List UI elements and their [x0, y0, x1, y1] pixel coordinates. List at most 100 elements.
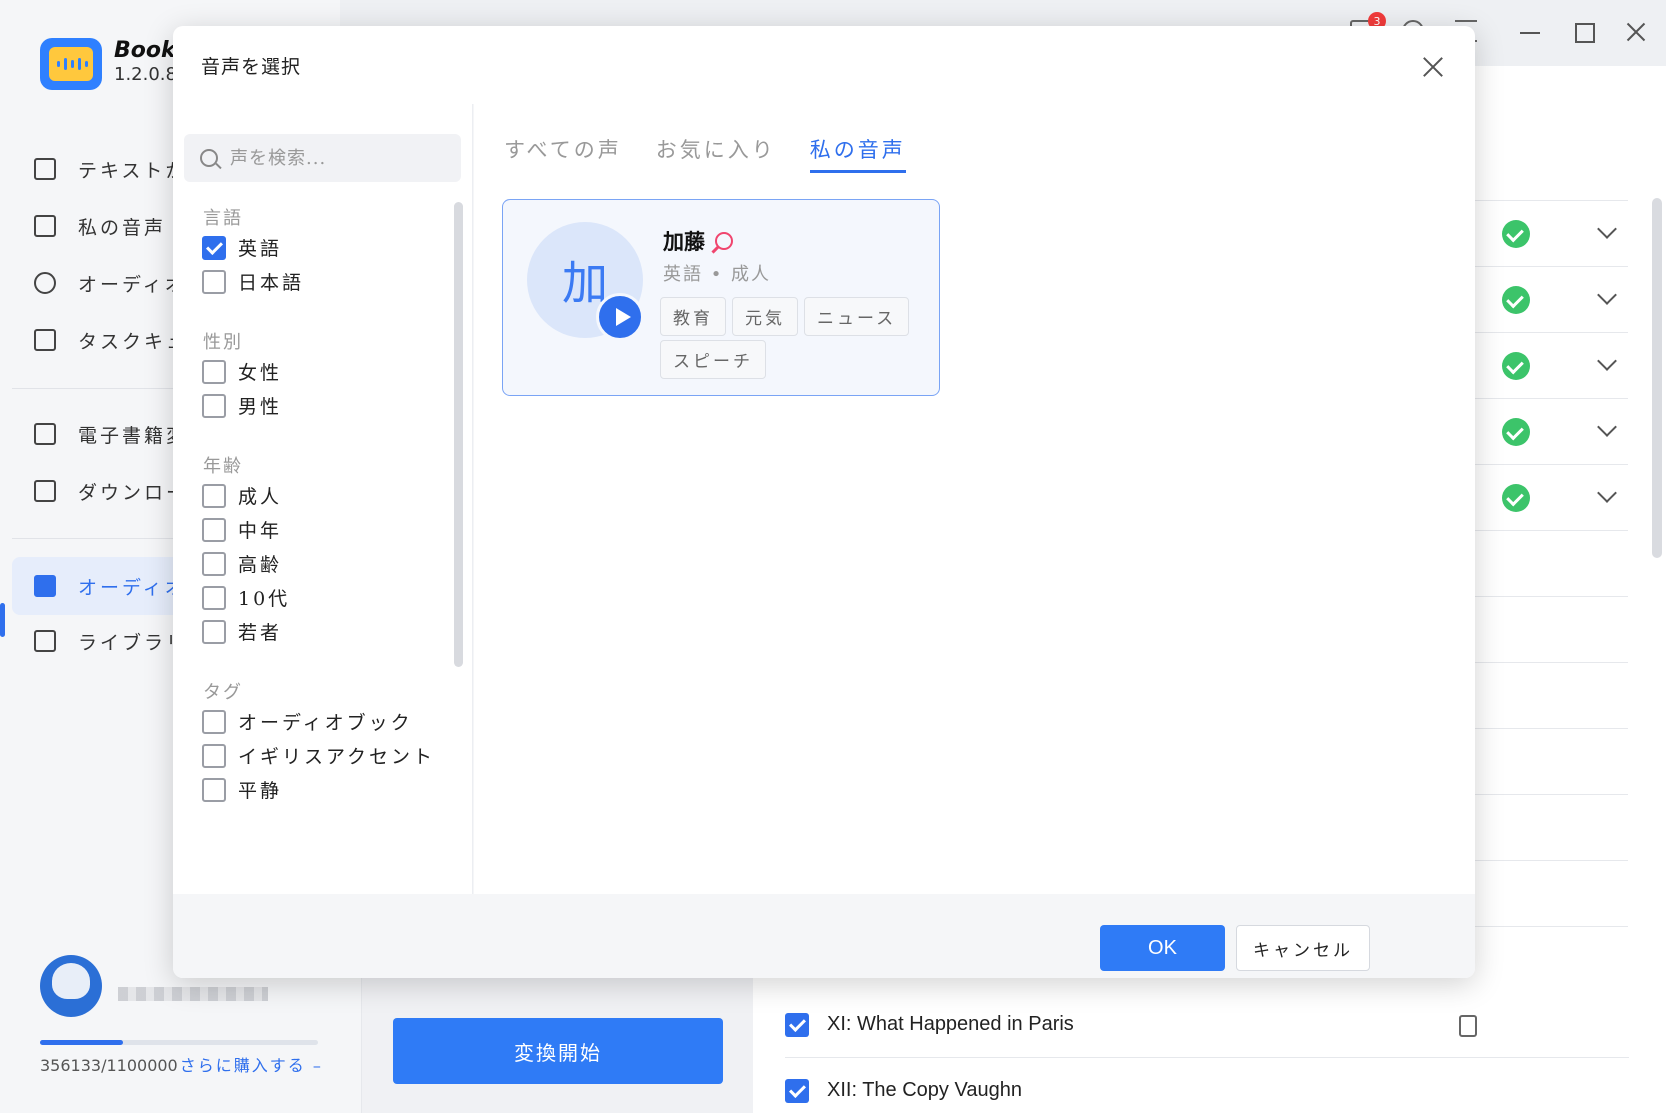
username-redacted [118, 987, 268, 1001]
filter-group-title-age: 年齢 [203, 456, 243, 477]
play-circle-icon [34, 272, 56, 294]
option-label: イギリスアクセント [238, 746, 436, 768]
window-close-icon[interactable] [1622, 18, 1650, 46]
audiobook-icon [34, 575, 56, 597]
checkbox[interactable] [202, 517, 226, 542]
done-check-icon [1502, 484, 1530, 512]
checkbox[interactable] [202, 551, 226, 576]
sidebar-item-label: ダウンロー [78, 481, 189, 504]
avatar[interactable] [40, 955, 102, 1017]
quota-text: 356133/1100000 [40, 1056, 178, 1075]
checkbox[interactable] [202, 393, 226, 418]
filter-option-middle-aged[interactable]: 中年 [202, 516, 282, 543]
sidebar-item-label: ライブラリ [78, 631, 189, 654]
voice-icon [34, 215, 56, 237]
done-check-icon [1502, 418, 1530, 446]
filter-group-title-gender: 性別 [203, 332, 243, 353]
checkbox[interactable] [202, 359, 226, 384]
ok-button[interactable]: OK [1100, 925, 1225, 971]
option-label: 若者 [238, 622, 283, 644]
search-input[interactable] [230, 147, 450, 169]
row-divider [1474, 530, 1628, 531]
document-icon[interactable] [1459, 1015, 1477, 1037]
close-icon[interactable] [1421, 54, 1445, 78]
checkbox[interactable] [202, 235, 226, 260]
filter-panel: 言語 英語 日本語 性別 女性 男性 年齢 成人 [173, 104, 473, 894]
filter-scrollbar[interactable] [454, 202, 463, 667]
sidebar-item-label: オーディオ [78, 576, 187, 599]
filter-option-japanese[interactable]: 日本語 [202, 268, 304, 295]
filter-option-male[interactable]: 男性 [202, 392, 282, 419]
row-divider [1474, 662, 1628, 663]
checkbox[interactable] [202, 269, 226, 294]
voice-name: 加藤 [663, 229, 705, 254]
minimize-icon[interactable] [1516, 18, 1544, 46]
maximize-icon[interactable] [1570, 18, 1598, 46]
task-queue-icon [34, 329, 56, 351]
checkbox[interactable] [202, 619, 226, 644]
row-divider [1474, 266, 1628, 267]
filter-group-title-tag: タグ [203, 682, 243, 703]
option-label: 高齢 [238, 554, 283, 576]
row-divider [1474, 200, 1628, 201]
tab-favorites[interactable]: お気に入り [656, 134, 776, 173]
filter-option-young[interactable]: 若者 [202, 618, 282, 645]
tab-all-voices[interactable]: すべての声 [504, 134, 622, 173]
text-doc-icon [34, 158, 56, 180]
buy-more-link[interactable]: さらに購入する – [180, 1056, 323, 1075]
sidebar-item-label: 私の音声 [78, 216, 167, 239]
filter-option-female[interactable]: 女性 [202, 358, 282, 385]
cancel-button[interactable]: キャンセル [1236, 925, 1370, 971]
filter-option-english[interactable]: 英語 [202, 234, 282, 261]
sidebar-item-label: オーディオ [78, 273, 187, 296]
filter-option-audiobook[interactable]: オーディオブック [202, 708, 413, 735]
filter-option-calm[interactable]: 平静 [202, 776, 282, 803]
active-indicator [0, 603, 5, 637]
voice-select-dialog: 音声を選択 言語 英語 日本語 性別 女性 [173, 26, 1475, 978]
filter-option-teen[interactable]: 10代 [202, 584, 290, 611]
option-label: 中年 [238, 520, 283, 542]
filter-option-senior[interactable]: 高齢 [202, 550, 282, 577]
table-row[interactable]: XI: What Happened in Paris [785, 992, 1629, 1058]
tab-my-voices[interactable]: 私の音声 [809, 134, 906, 173]
play-icon[interactable] [596, 293, 644, 341]
dialog-header: 音声を選択 [173, 26, 1475, 104]
dialog-body: 言語 英語 日本語 性別 女性 男性 年齢 成人 [173, 104, 1475, 978]
dialog-title: 音声を選択 [201, 55, 302, 78]
option-label: 成人 [238, 486, 283, 508]
checkbox[interactable] [202, 709, 226, 734]
quota-info: 356133/1100000 さらに購入する – [40, 1052, 323, 1076]
voice-name-row: 加藤 [663, 226, 733, 256]
sidebar-item-label: テキストか [78, 159, 188, 182]
checkbox[interactable] [202, 777, 226, 802]
option-label: オーディオブック [238, 712, 413, 734]
sidebar-item-label: 電子書籍変 [78, 424, 189, 447]
checkbox[interactable] [202, 585, 226, 610]
voice-tag: 元気 [732, 297, 798, 336]
table-row[interactable]: XII: The Copy Vaughn [785, 1058, 1629, 1113]
checkbox[interactable] [202, 743, 226, 768]
row-divider [1474, 398, 1628, 399]
done-check-icon [1502, 352, 1530, 380]
library-icon [34, 630, 56, 652]
row-divider [1474, 464, 1628, 465]
ebook-icon [34, 423, 56, 445]
row-divider [1474, 596, 1628, 597]
filter-option-adult[interactable]: 成人 [202, 482, 282, 509]
row-checkbox[interactable] [785, 1078, 809, 1103]
checkbox[interactable] [202, 483, 226, 508]
scrollbar[interactable] [1652, 198, 1662, 558]
filter-group-title-language: 言語 [203, 208, 243, 229]
voice-card[interactable]: 加 加藤 英語 • 成人 教育 元気 ニュース スピーチ [502, 199, 940, 396]
option-label: 10代 [238, 588, 291, 610]
done-check-icon [1502, 286, 1530, 314]
option-label: 日本語 [238, 272, 305, 294]
filter-option-british-accent[interactable]: イギリスアクセント [202, 742, 435, 769]
search-box[interactable] [184, 134, 461, 182]
row-checkbox[interactable] [785, 1012, 809, 1037]
voice-tag: 教育 [660, 297, 726, 336]
quota-progress [40, 1040, 318, 1045]
start-conversion-button[interactable]: 変換開始 [393, 1018, 723, 1084]
done-check-icon [1502, 220, 1530, 248]
user-profile[interactable] [40, 955, 268, 1017]
